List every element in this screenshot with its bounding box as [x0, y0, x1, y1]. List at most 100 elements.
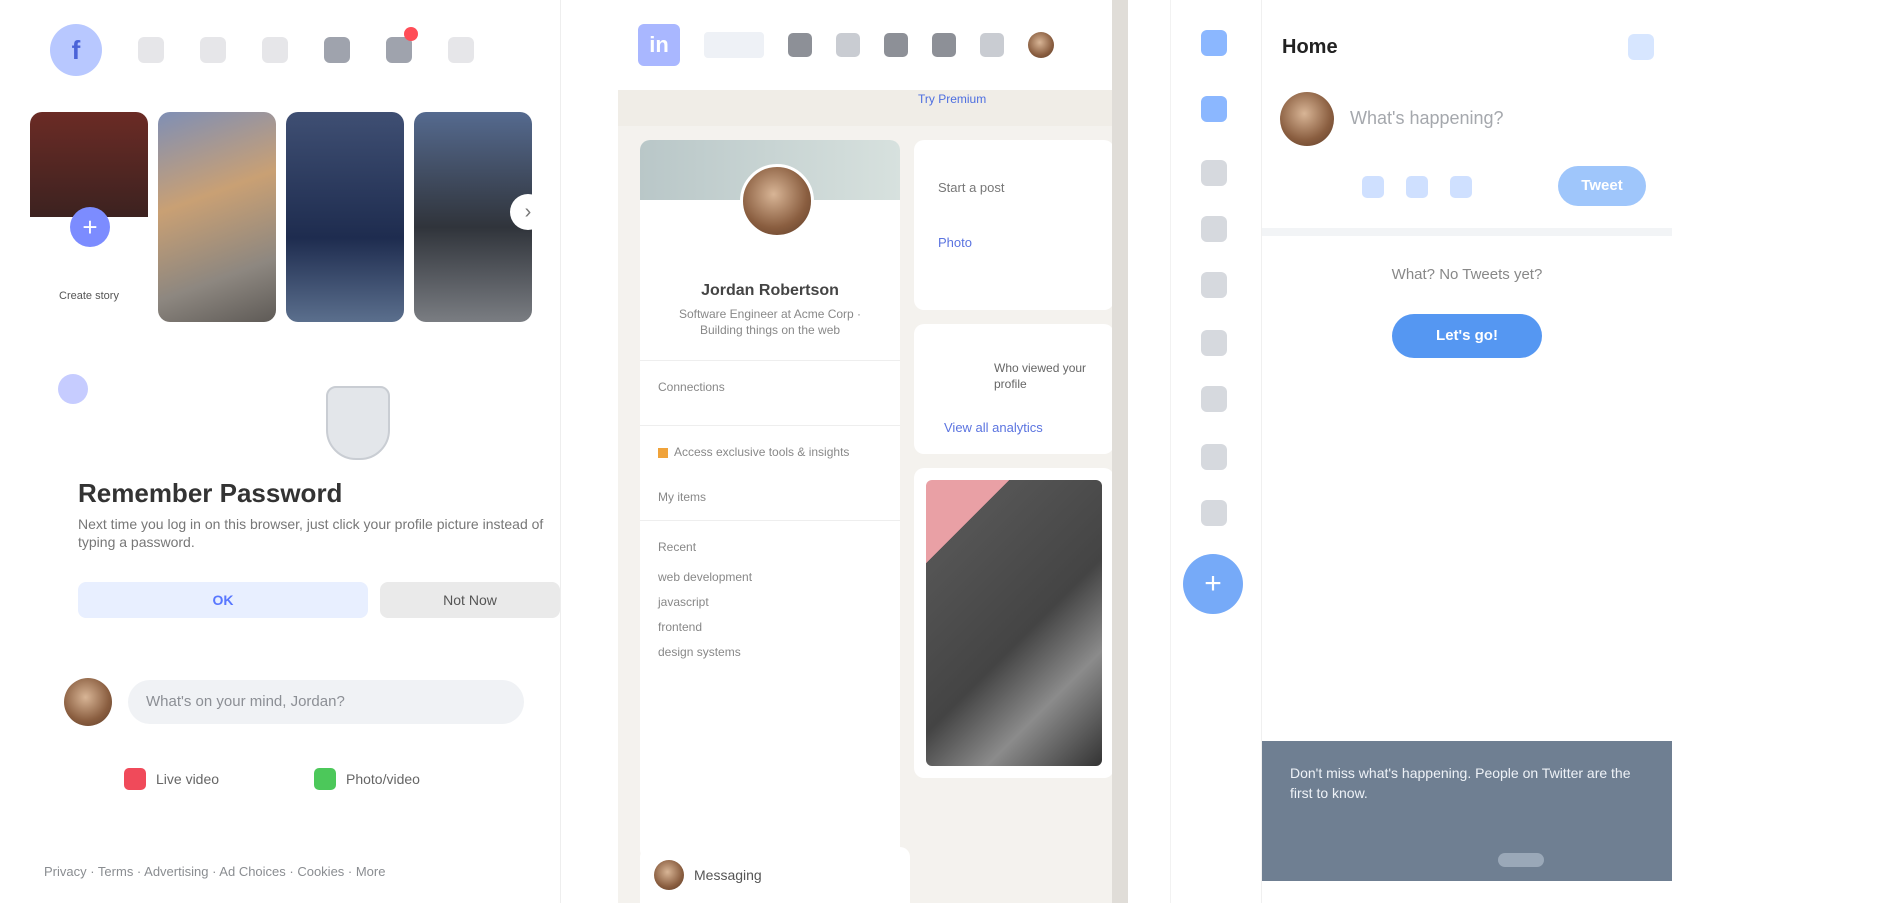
empty-state-text: What? No Tweets yet? — [1391, 266, 1543, 283]
story-card[interactable] — [158, 112, 276, 322]
start-post-card: Start a post Photo — [914, 140, 1114, 310]
facebook-badge-icon — [58, 374, 88, 404]
profile-headline: Software Engineer at Acme Corp · Buildin… — [678, 307, 862, 337]
menu-icon[interactable] — [262, 37, 288, 63]
avatar — [654, 860, 684, 890]
account-icon[interactable] — [448, 37, 474, 63]
premium-row[interactable]: Access exclusive tools & insights — [658, 445, 882, 459]
twitter-panel: + Home What's happening? Tweet What? No … — [1170, 0, 1681, 903]
composer-input[interactable]: What's on your mind, Jordan? — [128, 680, 524, 724]
create-story-label: Create story — [59, 290, 119, 302]
premium-row-label: Access exclusive tools & insights — [674, 445, 850, 459]
tweet-compose-input[interactable]: What's happening? — [1350, 108, 1504, 129]
connections-row[interactable]: Connections — [658, 380, 882, 394]
linkedin-subbar — [618, 90, 1128, 126]
premium-icon — [658, 447, 668, 458]
analytics-link[interactable]: View all analytics — [944, 420, 1043, 435]
create-story-card[interactable]: + Create story — [30, 112, 148, 322]
messaging-icon[interactable] — [932, 33, 956, 57]
my-items-row[interactable]: My items — [658, 490, 882, 504]
recent-item[interactable]: javascript — [658, 595, 882, 609]
messaging-bar[interactable]: Messaging — [640, 847, 910, 903]
media-icon[interactable] — [1362, 176, 1384, 198]
linkedin-top-nav: in — [618, 0, 1128, 90]
stories-row: + Create story › — [30, 112, 560, 322]
photo-link[interactable]: Photo — [938, 235, 972, 250]
bookmarks-icon[interactable] — [1201, 330, 1227, 356]
gif-icon[interactable] — [1406, 176, 1428, 198]
recent-item[interactable]: web development — [658, 570, 882, 584]
emoji-icon[interactable] — [1450, 176, 1472, 198]
notifications-icon[interactable] — [980, 33, 1004, 57]
avatar[interactable] — [64, 678, 112, 726]
add-story-icon[interactable]: + — [70, 207, 110, 247]
twitter-logo-icon[interactable] — [1201, 30, 1227, 56]
divider — [640, 520, 900, 521]
search-input[interactable] — [704, 32, 764, 58]
profile-icon[interactable] — [1201, 444, 1227, 470]
live-video-icon — [124, 768, 146, 790]
linkedin-panel: in Try Premium Jordan Robertson Software… — [618, 0, 1128, 903]
live-video-button[interactable]: Live video — [124, 768, 219, 790]
card-description: Next time you log in on this browser, ju… — [78, 516, 544, 550]
compose-tools — [1362, 176, 1472, 198]
notification-badge — [404, 27, 418, 41]
analytics-stat: Who viewed your profile — [994, 361, 1087, 391]
not-now-button[interactable]: Not Now — [380, 582, 560, 618]
twitter-sidebar: + — [1171, 0, 1261, 903]
banner-text: Don't miss what's happening. People on T… — [1290, 765, 1631, 801]
ok-button[interactable]: OK — [78, 582, 368, 618]
profile-avatar[interactable] — [740, 164, 814, 238]
messages-icon[interactable] — [1201, 272, 1227, 298]
avatar[interactable] — [1280, 92, 1334, 146]
linkedin-right-column: Start a post Photo Who viewed your profi… — [914, 140, 1114, 792]
recent-item[interactable]: design systems — [658, 645, 882, 659]
me-avatar[interactable] — [1028, 32, 1054, 58]
photo-video-button[interactable]: Photo/video — [314, 768, 420, 790]
home-icon[interactable] — [1201, 96, 1227, 122]
signup-banner: Don't miss what's happening. People on T… — [1262, 741, 1672, 881]
recent-title: Recent — [658, 540, 697, 554]
lets-go-button[interactable]: Let's go! — [1392, 314, 1542, 358]
premium-link[interactable]: Try Premium — [918, 92, 986, 106]
watch-icon[interactable] — [200, 37, 226, 63]
compose-tweet-button[interactable]: + — [1183, 554, 1243, 614]
notifications-icon[interactable] — [386, 27, 418, 63]
divider — [640, 425, 900, 426]
explore-icon[interactable] — [1201, 160, 1227, 186]
network-icon[interactable] — [836, 33, 860, 57]
profile-name[interactable]: Jordan Robertson — [640, 282, 900, 300]
twitter-main: Home What's happening? Tweet What? No Tw… — [1261, 0, 1672, 903]
stories-next-arrow-icon[interactable]: › — [510, 194, 546, 230]
tweet-button[interactable]: Tweet — [1558, 166, 1646, 206]
divider — [1262, 228, 1672, 236]
facebook-panel: f + Create story › Remember Password Nex… — [30, 0, 561, 903]
ad-image[interactable] — [926, 480, 1102, 766]
home-icon[interactable] — [788, 33, 812, 57]
lists-icon[interactable] — [1201, 386, 1227, 412]
recent-item[interactable]: frontend — [658, 620, 882, 634]
page-title: Home — [1282, 36, 1338, 58]
ad-card[interactable] — [914, 468, 1114, 778]
jobs-icon[interactable] — [884, 33, 908, 57]
more-icon[interactable] — [1201, 500, 1227, 526]
start-post-input[interactable]: Start a post — [938, 180, 1004, 195]
photo-video-label: Photo/video — [346, 771, 420, 787]
divider — [640, 360, 900, 361]
facebook-logo-icon[interactable]: f — [50, 24, 102, 76]
shield-icon — [326, 386, 390, 460]
scrollbar[interactable] — [1112, 0, 1128, 903]
card-title: Remember Password — [78, 478, 343, 508]
home-icon[interactable] — [138, 37, 164, 63]
linkedin-logo-icon[interactable]: in — [638, 24, 680, 66]
messenger-icon[interactable] — [324, 37, 350, 63]
profile-card: Jordan Robertson Software Engineer at Ac… — [640, 140, 900, 860]
notifications-icon[interactable] — [1201, 216, 1227, 242]
sparkle-icon[interactable] — [1628, 34, 1654, 60]
post-composer: What's on your mind, Jordan? Live video … — [44, 668, 554, 818]
banner-button[interactable] — [1498, 853, 1544, 867]
messaging-label: Messaging — [694, 867, 762, 883]
live-video-label: Live video — [156, 771, 220, 787]
photo-icon — [314, 768, 336, 790]
story-card[interactable] — [286, 112, 404, 322]
